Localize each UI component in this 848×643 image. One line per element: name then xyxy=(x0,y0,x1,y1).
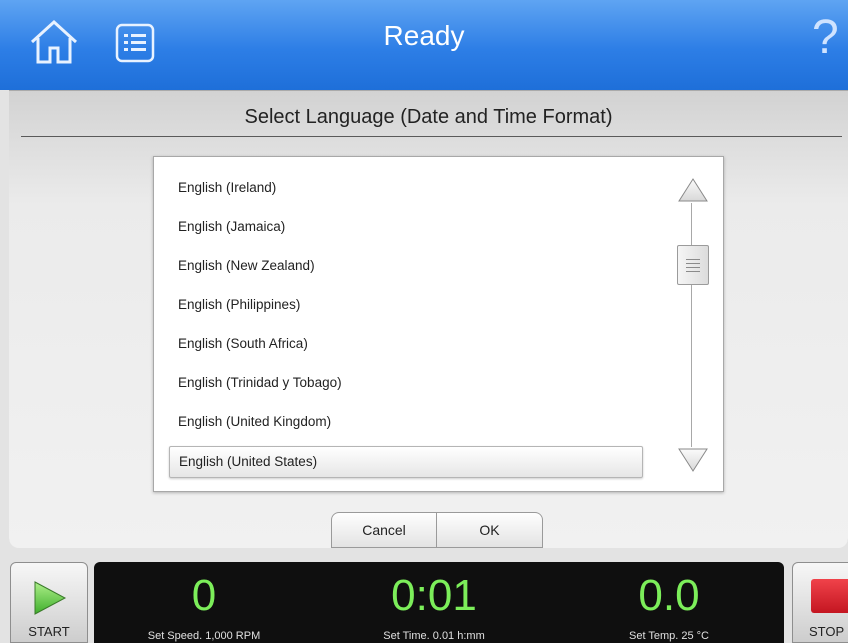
question-icon[interactable]: ? xyxy=(812,14,839,62)
list-item[interactable]: English (Philippines) xyxy=(169,291,643,319)
temp-readout: 0.0 xyxy=(638,571,700,620)
language-dialog: Select Language (Date and Time Format) E… xyxy=(9,90,848,548)
stop-label: STOP xyxy=(809,624,845,639)
dialog-title: Select Language (Date and Time Format) xyxy=(244,106,613,128)
readout-panel: 0 Set Speed. 1,000 RPM 0:01 Set Time. 0.… xyxy=(94,562,784,643)
status-strip: START 0 Set Speed. 1,000 RPM 0:01 Set Ti… xyxy=(0,556,848,643)
stop-icon xyxy=(811,579,848,613)
scrollbar-track[interactable] xyxy=(691,203,692,447)
start-label: START xyxy=(28,624,70,639)
scrollbar-thumb[interactable] xyxy=(677,245,709,285)
language-list: English (Ireland) English (Jamaica) Engl… xyxy=(153,156,724,492)
time-caption: Set Time. 0.01 h:mm xyxy=(383,630,485,642)
list-item[interactable]: English (Jamaica) xyxy=(169,213,643,241)
list-item[interactable]: English (New Zealand) xyxy=(169,252,643,280)
cancel-button[interactable]: Cancel xyxy=(331,512,437,548)
speed-readout: 0 xyxy=(191,571,217,620)
start-button[interactable]: START xyxy=(10,562,88,643)
list-item[interactable]: English (United Kingdom) xyxy=(169,408,643,436)
speed-caption: Set Speed. 1,000 RPM xyxy=(147,630,261,642)
scroll-down-arrow-icon[interactable] xyxy=(677,447,709,475)
play-icon xyxy=(34,581,67,615)
ok-button[interactable]: OK xyxy=(437,512,543,548)
dialog-buttons: Cancel OK xyxy=(331,512,543,548)
list-item-selected[interactable]: English (United States) xyxy=(169,446,643,478)
stop-button[interactable]: STOP xyxy=(792,562,848,643)
divider xyxy=(21,136,842,137)
list-item[interactable]: English (Trinidad y Tobago) xyxy=(169,369,643,397)
top-bar: Ready ? xyxy=(0,0,848,90)
time-readout: 0:01 xyxy=(391,571,477,620)
temp-caption: Set Temp. 25 °C xyxy=(628,630,709,642)
list-item[interactable]: English (Ireland) xyxy=(169,174,643,202)
scroll-up-arrow-icon[interactable] xyxy=(677,175,709,203)
list-item[interactable]: English (South Africa) xyxy=(169,330,643,358)
status-title: Ready xyxy=(383,20,465,51)
